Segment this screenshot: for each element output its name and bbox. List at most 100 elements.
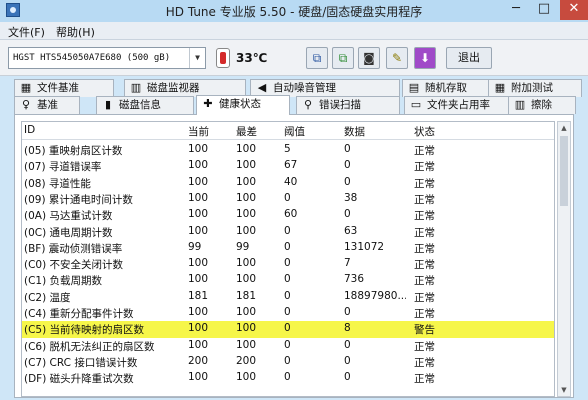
tab-label: 随机存取 <box>425 82 467 94</box>
col-threshold-cell: 0 <box>284 257 291 270</box>
tab-label: 健康状态 <box>219 98 261 110</box>
table-row[interactable]: (07) 寻道错误率 100 100 67 0 正常 <box>22 158 554 174</box>
scroll-thumb[interactable] <box>560 136 568 206</box>
close-button[interactable]: ✕ <box>560 0 588 20</box>
tab-tabs_row1-0[interactable]: ▦ 文件基准 <box>14 79 114 97</box>
col-worst-cell: 99 <box>236 240 250 253</box>
tab-tabs_row2-3[interactable]: ⚲ 错误扫描 <box>296 96 400 114</box>
tab-tabs_row2-1[interactable]: ▮ 磁盘信息 <box>96 96 194 114</box>
table-row[interactable]: (C0) 不安全关闭计数 100 100 0 7 正常 <box>22 256 554 272</box>
col-status-cell: 正常 <box>414 275 435 288</box>
table-row[interactable]: (DF) 磁头升降重试次数 100 100 0 0 正常 <box>22 370 554 386</box>
col-threshold-cell: 0 <box>284 354 291 367</box>
options-icon[interactable]: ✎ <box>386 47 408 69</box>
col-id-cell: (08) 寻道性能 <box>24 177 91 190</box>
col-id-cell: (07) 寻道错误率 <box>24 161 102 174</box>
col-id-cell: (0A) 马达重试计数 <box>24 210 113 223</box>
table-row[interactable]: (C7) CRC 接口错误计数 200 200 0 0 正常 <box>22 354 554 370</box>
col-status-cell: 正常 <box>414 226 435 239</box>
col-worst-cell: 181 <box>236 289 257 302</box>
col-id-cell: (C7) CRC 接口错误计数 <box>24 356 138 369</box>
drive-select[interactable]: HGST HTS545050A7E680 (500 gB) ▼ <box>8 47 206 69</box>
col-current-cell: 100 <box>188 208 209 221</box>
table-row[interactable]: (05) 重映射扇区计数 100 100 5 0 正常 <box>22 142 554 158</box>
health-panel: ID 当前 最差 阈值 数据 状态 (05) 重映射扇区计数 100 100 5 0 正常 (07) … <box>14 114 574 398</box>
download-icon[interactable]: ⬇ <box>414 47 436 69</box>
maximize-button[interactable]: □ <box>530 0 558 20</box>
speaker-icon: ◀ <box>257 81 267 94</box>
copy-text-icon[interactable]: ⧉ <box>306 47 328 69</box>
col-id-cell: (DF) 磁头升降重试次数 <box>24 373 134 386</box>
table-row[interactable]: (0A) 马达重试计数 100 100 60 0 正常 <box>22 207 554 223</box>
table-row[interactable]: (BF) 震动侦测错误率 99 99 0 131072 正常 <box>22 240 554 256</box>
col-data-cell: 0 <box>344 175 351 188</box>
col-current-cell: 100 <box>188 159 209 172</box>
table-row[interactable]: (C6) 脱机无法纠正的扇区数 100 100 0 0 正常 <box>22 338 554 354</box>
col-worst-cell: 100 <box>236 159 257 172</box>
header-col-data[interactable]: 数据 <box>344 124 406 139</box>
disk-info-icon: ▮ <box>104 98 112 111</box>
camera-icon[interactable]: ◙ <box>358 47 380 69</box>
tabs-row-top: ▦ 文件基准 ▥ 磁盘监视器 ◀ 自动噪音管理 ▤ 随机存取 ▦ 附加测试 <box>14 79 582 97</box>
scroll-up-icon[interactable]: ▲ <box>558 122 570 134</box>
col-data-cell: 131072 <box>344 240 385 253</box>
table-row[interactable]: (C5) 当前待映射的扇区数 100 100 0 8 警告 <box>22 321 554 338</box>
table-row[interactable]: (C1) 负载周期数 100 100 0 736 正常 <box>22 272 554 288</box>
col-status-cell: 正常 <box>414 373 435 386</box>
tab-tabs_row2-0[interactable]: ♀ 基准 <box>14 96 80 114</box>
col-data-cell: 736 <box>344 273 365 286</box>
col-threshold-cell: 0 <box>284 224 291 237</box>
col-status-cell: 正常 <box>414 291 435 304</box>
col-data-cell: 0 <box>344 338 351 351</box>
minimize-button[interactable]: ─ <box>502 0 530 20</box>
col-data-cell: 0 <box>344 306 351 318</box>
tab-label: 自动噪音管理 <box>273 82 336 94</box>
col-current-cell: 100 <box>188 306 209 318</box>
tab-tabs_row2-2[interactable]: ✚ 健康状态 <box>196 95 290 115</box>
col-current-cell: 100 <box>188 322 209 335</box>
menu-file[interactable]: 文件(F) <box>8 24 45 40</box>
table-row[interactable]: (C2) 温度 181 181 0 18897980... 正常 <box>22 289 554 305</box>
header-col-current[interactable]: 当前 <box>188 124 232 139</box>
col-data-cell: 0 <box>344 354 351 367</box>
col-data-cell: 7 <box>344 257 351 270</box>
tab-tabs_row2-4[interactable]: ▭ 文件夹占用率 <box>404 96 516 114</box>
col-id-cell: (C5) 当前待映射的扇区数 <box>24 324 145 337</box>
menu-bar: 文件(F) 帮助(H) <box>0 22 588 40</box>
col-status-cell: 正常 <box>414 210 435 223</box>
col-worst-cell: 100 <box>236 224 257 237</box>
tab-tabs_row1-4[interactable]: ▦ 附加测试 <box>488 79 582 97</box>
header-col-id[interactable]: ID <box>24 124 184 136</box>
col-data-cell: 18897980... <box>344 289 406 302</box>
col-status-cell: 正常 <box>414 161 435 174</box>
col-current-cell: 200 <box>188 354 209 367</box>
table-row[interactable]: (08) 寻道性能 100 100 40 0 正常 <box>22 175 554 191</box>
tab-label: 磁盘信息 <box>119 99 161 111</box>
table-row[interactable]: (09) 累计通电时间计数 100 100 0 38 正常 <box>22 191 554 207</box>
col-threshold-cell: 0 <box>284 322 291 335</box>
table-row[interactable]: (0C) 通电周期计数 100 100 0 63 正常 <box>22 224 554 240</box>
header-col-worst[interactable]: 最差 <box>236 124 280 139</box>
col-threshold-cell: 0 <box>284 338 291 351</box>
header-col-threshold[interactable]: 阈值 <box>284 124 338 139</box>
tab-tabs_row2-5[interactable]: ▥ 擦除 <box>508 96 576 114</box>
table-row[interactable]: (C4) 重新分配事件计数 100 100 0 0 正常 <box>22 305 554 321</box>
col-threshold-cell: 0 <box>284 273 291 286</box>
col-current-cell: 100 <box>188 143 209 155</box>
col-worst-cell: 200 <box>236 354 257 367</box>
col-worst-cell: 100 <box>236 371 257 384</box>
exit-button[interactable]: 退出 <box>446 47 492 69</box>
window-title: HD Tune 专业版 5.50 - 硬盘/固态硬盘实用程序 <box>165 5 423 19</box>
col-threshold-cell: 60 <box>284 208 298 221</box>
col-threshold-cell: 0 <box>284 191 291 204</box>
copy-screenshot-icon[interactable]: ⧉ <box>332 47 354 69</box>
menu-help[interactable]: 帮助(H) <box>56 24 95 40</box>
scroll-down-icon[interactable]: ▼ <box>558 384 570 396</box>
vertical-scrollbar[interactable]: ▲ ▼ <box>557 121 571 397</box>
tab-label: 文件夹占用率 <box>427 99 490 111</box>
col-data-cell: 63 <box>344 224 358 237</box>
col-status-cell: 正常 <box>414 177 435 190</box>
col-status-cell: 正常 <box>414 340 435 353</box>
col-worst-cell: 100 <box>236 338 257 351</box>
header-col-status[interactable]: 状态 <box>414 124 474 139</box>
